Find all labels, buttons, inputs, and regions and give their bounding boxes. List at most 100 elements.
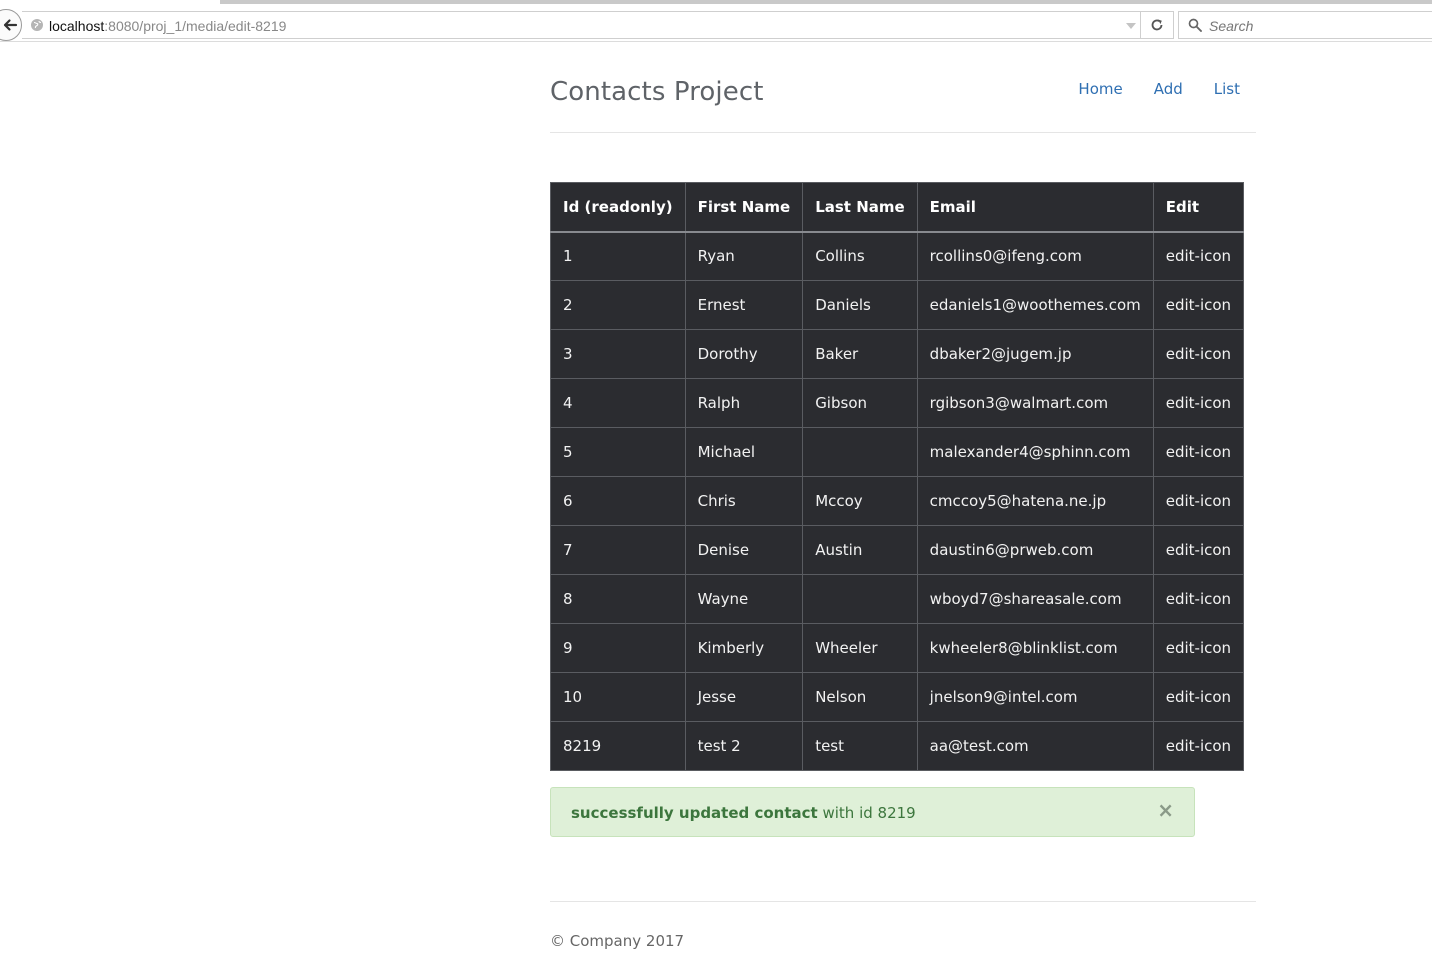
cell-last-name (802, 427, 918, 477)
cell-id: 7 (550, 525, 686, 575)
table-row: 8219 test 2 test aa@test.com edit-icon (550, 721, 1245, 771)
browser-tab-strip (220, 0, 1432, 4)
alert-close-button[interactable]: × (1157, 800, 1174, 820)
edit-icon[interactable]: edit-icon (1166, 590, 1231, 608)
column-header-edit: Edit (1152, 182, 1245, 233)
cell-edit: edit-icon (1152, 427, 1245, 477)
cell-last-name: Austin (802, 525, 918, 575)
page-title: Contacts Project (550, 77, 764, 107)
globe-icon (31, 19, 43, 31)
page-header: Contacts Project Home Add List (550, 44, 1256, 133)
cell-edit: edit-icon (1152, 525, 1245, 575)
cell-first-name: test 2 (684, 721, 804, 771)
table-row: 2 Ernest Daniels edaniels1@woothemes.com edi… (550, 280, 1245, 330)
dropdown-arrow-icon[interactable] (1125, 22, 1137, 30)
table-body: 1 Ryan Collins rcollins0@ifeng.com edit-icon… (550, 231, 1245, 771)
edit-icon[interactable]: edit-icon (1166, 443, 1231, 461)
cell-edit: edit-icon (1152, 280, 1245, 330)
table-row: 8 Wayne wboyd7@shareasale.com edit-icon (550, 574, 1245, 624)
edit-icon[interactable]: edit-icon (1166, 639, 1231, 657)
cell-email: rgibson3@walmart.com (916, 378, 1154, 428)
cell-id: 10 (550, 672, 686, 722)
alert-strong-text: successfully updated contact (571, 804, 818, 822)
edit-icon[interactable]: edit-icon (1166, 345, 1231, 363)
cell-email: rcollins0@ifeng.com (916, 231, 1154, 281)
edit-icon[interactable]: edit-icon (1166, 737, 1231, 755)
search-icon (1188, 18, 1202, 32)
url-path: :8080/proj_1/media/edit-8219 (104, 18, 287, 34)
nav-link-list[interactable]: List (1214, 80, 1240, 98)
table-row: 1 Ryan Collins rcollins0@ifeng.com edit-icon (550, 231, 1245, 281)
cell-last-name: Baker (802, 329, 918, 379)
table-row: 4 Ralph Gibson rgibson3@walmart.com edit-ico… (550, 378, 1245, 428)
url-host: localhost (49, 18, 105, 34)
cell-email: kwheeler8@blinklist.com (916, 623, 1154, 673)
cell-edit: edit-icon (1152, 721, 1245, 771)
url-text[interactable]: localhost:8080/proj_1/media/edit-8219 (49, 18, 286, 34)
cell-id: 3 (550, 329, 686, 379)
back-button[interactable] (0, 9, 22, 41)
cell-edit: edit-icon (1152, 623, 1245, 673)
cell-edit: edit-icon (1152, 378, 1245, 428)
edit-icon[interactable]: edit-icon (1166, 394, 1231, 412)
search-placeholder: Search (1209, 18, 1254, 34)
page-container: Contacts Project Home Add List Id (reado… (550, 44, 1256, 950)
column-header-email: Email (916, 182, 1154, 233)
cell-id: 9 (550, 623, 686, 673)
table-row: 3 Dorothy Baker dbaker2@jugem.jp edit-icon (550, 329, 1245, 379)
cell-id: 6 (550, 476, 686, 526)
cell-edit: edit-icon (1152, 231, 1245, 281)
cell-last-name: Mccoy (802, 476, 918, 526)
cell-email: wboyd7@shareasale.com (916, 574, 1154, 624)
cell-last-name: Wheeler (802, 623, 918, 673)
cell-first-name: Denise (684, 525, 804, 575)
alert-message: successfully updated contact with id 821… (571, 804, 916, 822)
cell-last-name: Nelson (802, 672, 918, 722)
contacts-table: Id (readonly) First Name Last Name Email… (550, 182, 1245, 771)
alert-detail-text: with id 8219 (817, 804, 916, 822)
cell-email: jnelson9@intel.com (916, 672, 1154, 722)
cell-first-name: Chris (684, 476, 804, 526)
top-nav: Home Add List (1078, 80, 1240, 98)
browser-search-box[interactable]: Search (1178, 11, 1432, 39)
edit-icon[interactable]: edit-icon (1166, 247, 1231, 265)
cell-email: edaniels1@woothemes.com (916, 280, 1154, 330)
cell-id: 2 (550, 280, 686, 330)
table-header-row: Id (readonly) First Name Last Name Email… (550, 182, 1245, 233)
cell-edit: edit-icon (1152, 329, 1245, 379)
back-arrow-icon (3, 19, 18, 31)
cell-last-name: Gibson (802, 378, 918, 428)
edit-icon[interactable]: edit-icon (1166, 688, 1231, 706)
cell-first-name: Ryan (684, 231, 804, 281)
success-alert: successfully updated contact with id 821… (550, 787, 1195, 837)
edit-icon[interactable]: edit-icon (1166, 296, 1231, 314)
cell-id: 5 (550, 427, 686, 477)
cell-id: 4 (550, 378, 686, 428)
column-header-last-name: Last Name (802, 182, 918, 233)
cell-edit: edit-icon (1152, 574, 1245, 624)
cell-first-name: Ernest (684, 280, 804, 330)
cell-email: aa@test.com (916, 721, 1154, 771)
cell-email: cmccoy5@hatena.ne.jp (916, 476, 1154, 526)
edit-icon[interactable]: edit-icon (1166, 492, 1231, 510)
cell-first-name: Michael (684, 427, 804, 477)
browser-toolbar: localhost:8080/proj_1/media/edit-8219 Se… (0, 8, 1432, 42)
nav-link-home[interactable]: Home (1078, 80, 1122, 98)
cell-last-name (802, 574, 918, 624)
cell-last-name: Collins (802, 231, 918, 281)
cell-first-name: Dorothy (684, 329, 804, 379)
table-row: 6 Chris Mccoy cmccoy5@hatena.ne.jp edit-icon (550, 476, 1245, 526)
edit-icon[interactable]: edit-icon (1166, 541, 1231, 559)
column-header-first-name: First Name (684, 182, 804, 233)
cell-first-name: Jesse (684, 672, 804, 722)
reload-icon (1151, 19, 1163, 31)
page-footer: © Company 2017 (550, 901, 1256, 950)
url-bar[interactable]: localhost:8080/proj_1/media/edit-8219 (22, 11, 1172, 39)
cell-id: 8219 (550, 721, 686, 771)
nav-link-add[interactable]: Add (1154, 80, 1183, 98)
cell-email: malexander4@sphinn.com (916, 427, 1154, 477)
table-row: 9 Kimberly Wheeler kwheeler8@blinklist.com e… (550, 623, 1245, 673)
cell-first-name: Ralph (684, 378, 804, 428)
reload-button[interactable] (1140, 11, 1174, 39)
cell-id: 1 (550, 231, 686, 281)
